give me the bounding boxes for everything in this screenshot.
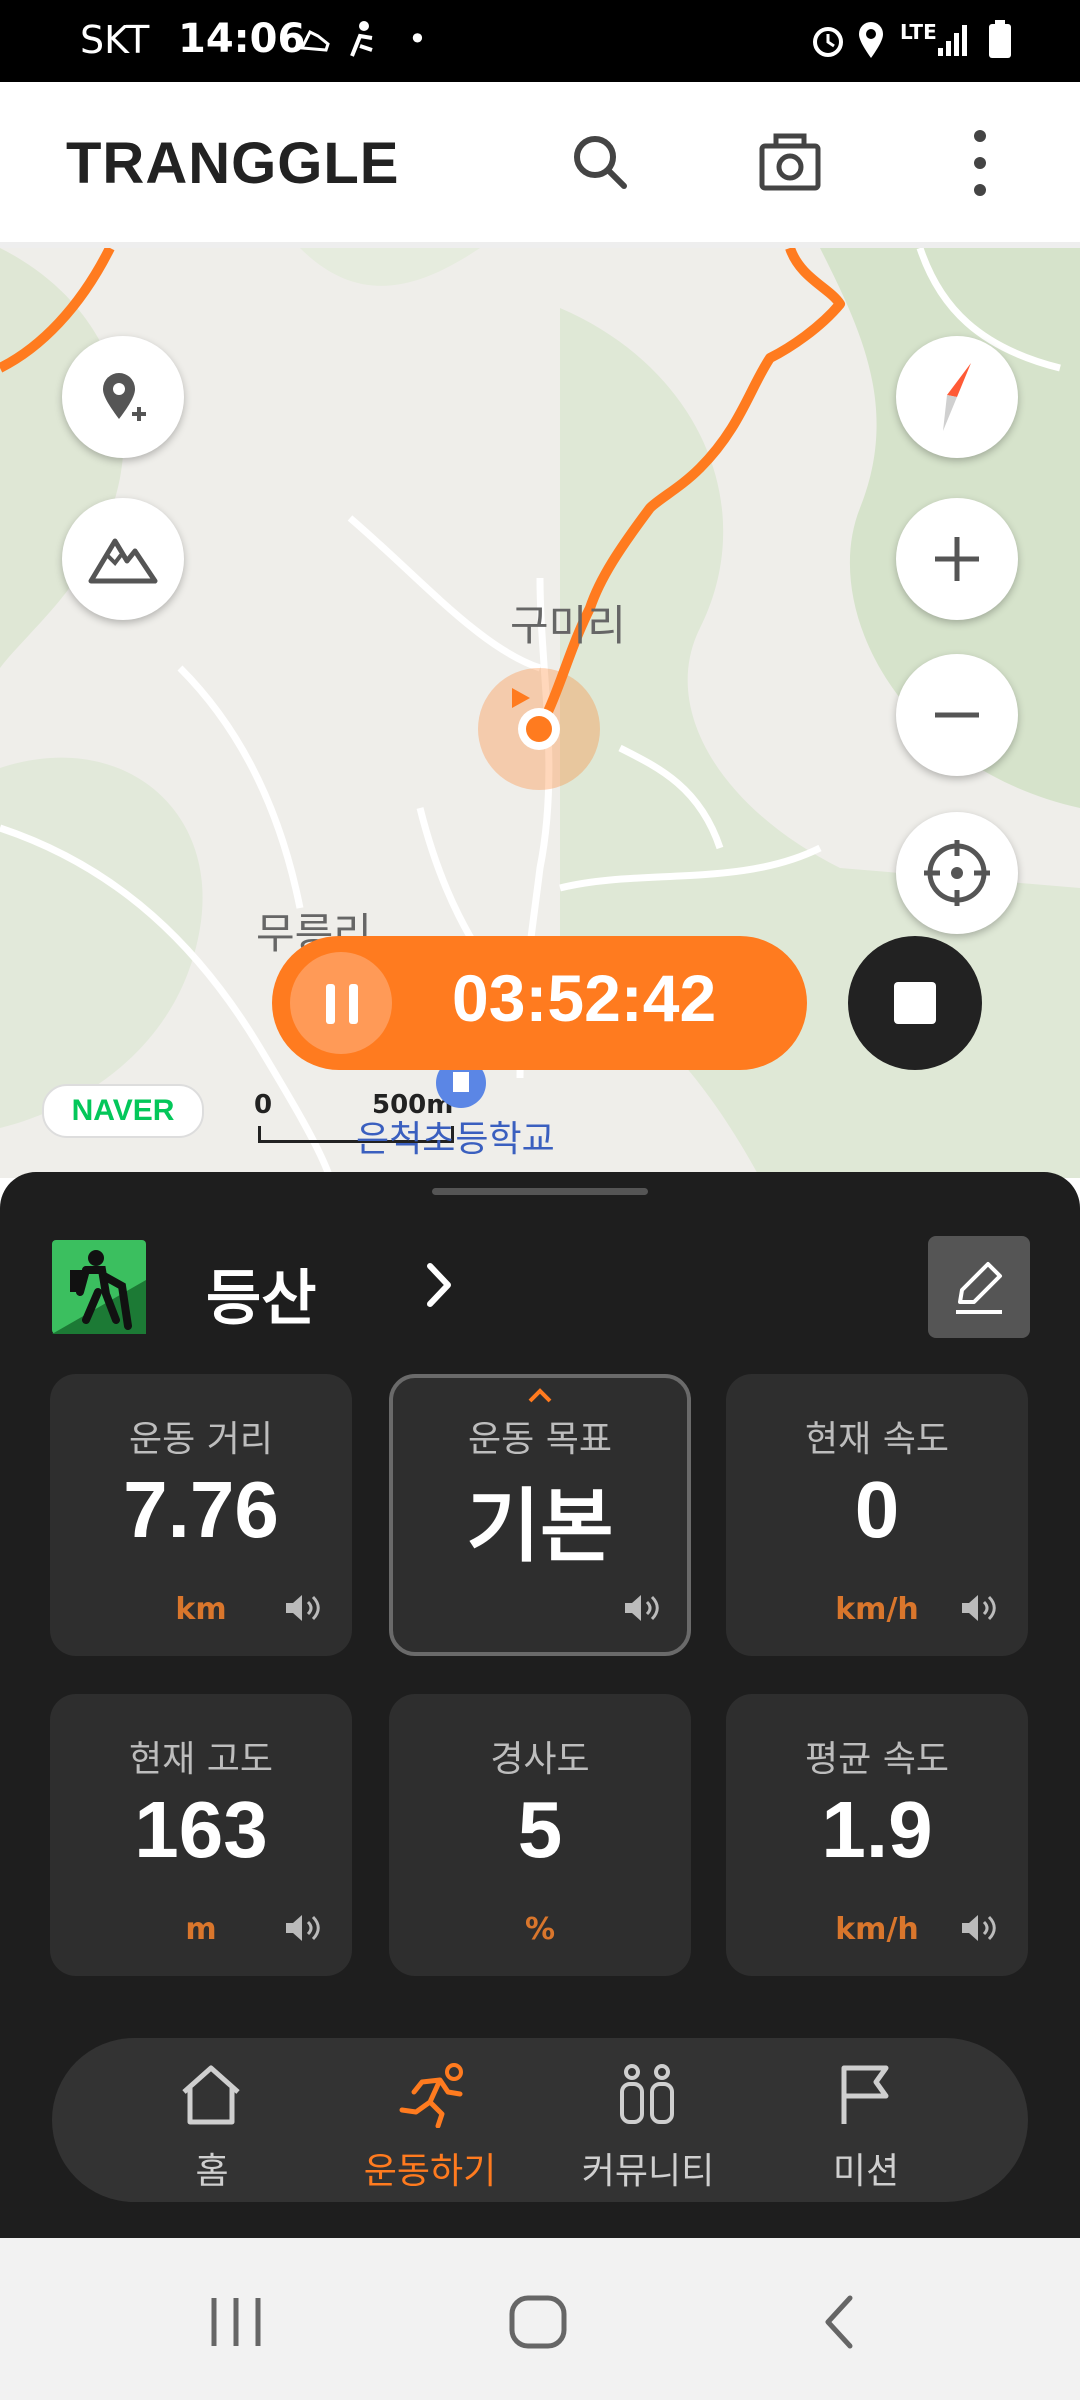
plus-icon — [935, 537, 979, 581]
stat-label: 현재 고도 — [129, 1739, 273, 1780]
notification-dot-icon: • — [408, 20, 427, 58]
minus-icon — [935, 712, 979, 718]
add-waypoint-button[interactable] — [62, 336, 184, 458]
alarm-icon — [810, 22, 846, 64]
speaker-icon[interactable] — [960, 1912, 998, 1948]
zoom-in-button[interactable] — [896, 498, 1018, 620]
battery-icon — [988, 20, 1012, 64]
stat-unit: % — [524, 1912, 556, 1947]
chevron-right-icon[interactable] — [424, 1260, 454, 1314]
community-icon — [620, 2064, 674, 2124]
stat-value: 기본 — [466, 1482, 614, 1571]
nav-item-workout[interactable]: 운동하기 — [320, 2038, 540, 2202]
search-icon[interactable] — [570, 132, 630, 196]
stat-value: 5 — [517, 1785, 563, 1874]
scale-start-label: 0 — [254, 1090, 273, 1120]
stat-label: 운동 거리 — [129, 1419, 273, 1460]
stat-label: 운동 목표 — [468, 1419, 612, 1460]
stat-value: 163 — [134, 1785, 268, 1874]
crosshair-icon — [924, 840, 990, 906]
map-place-label: 구미리 — [510, 601, 626, 650]
pencil-icon — [956, 1262, 1002, 1314]
carrier-label: SKT — [80, 18, 150, 62]
speaker-icon[interactable] — [623, 1592, 661, 1628]
stop-button[interactable] — [848, 936, 982, 1070]
signal-icon — [936, 22, 970, 62]
nav-item-mission[interactable]: 미션 — [756, 2038, 976, 2202]
pause-button[interactable] — [290, 952, 392, 1054]
stat-label: 현재 속도 — [805, 1419, 949, 1460]
stat-value: 7.76 — [123, 1465, 279, 1554]
compass-icon — [943, 363, 971, 431]
speaker-icon[interactable] — [284, 1912, 322, 1948]
current-location-marker — [478, 668, 600, 790]
compass-button[interactable] — [896, 336, 1018, 458]
stat-card-average-speed[interactable]: 평균 속도 1.9 km/h — [726, 1694, 1028, 1976]
status-bar: SKT 14:06 • LTE — [0, 0, 1080, 82]
naver-badge: NAVER — [42, 1084, 204, 1138]
more-options-icon[interactable] — [966, 128, 994, 202]
stat-value: 1.9 — [821, 1785, 933, 1874]
nav-label: 운동하기 — [363, 2151, 497, 2192]
elapsed-time: 03:52:42 — [452, 961, 717, 1035]
speaker-icon[interactable] — [960, 1592, 998, 1628]
camera-icon[interactable] — [758, 132, 822, 196]
direction-arrow-icon — [512, 688, 530, 708]
system-navigation-bar — [0, 2238, 1080, 2400]
edit-button[interactable] — [928, 1236, 1030, 1338]
recent-apps-icon[interactable] — [208, 2296, 264, 2348]
nav-label: 미션 — [832, 2151, 900, 2192]
location-icon — [856, 20, 886, 64]
nav-label: 홈 — [195, 2151, 229, 2192]
stat-card-current-speed[interactable]: 현재 속도 0 km/h — [726, 1374, 1028, 1656]
running-icon — [399, 2063, 463, 2128]
network-type-label: LTE — [900, 20, 937, 44]
workout-timer: 03:52:42 — [272, 936, 807, 1070]
chevron-up-icon[interactable] — [526, 1386, 554, 1404]
my-location-button[interactable] — [896, 812, 1018, 934]
nav-item-home[interactable]: 홈 — [102, 2038, 322, 2202]
zoom-out-button[interactable] — [896, 654, 1018, 776]
accessibility-icon — [346, 20, 380, 64]
back-icon[interactable] — [820, 2294, 860, 2350]
flag-icon — [841, 2065, 889, 2124]
app-logo: TRANGGLE — [66, 131, 400, 196]
nav-item-community[interactable]: 커뮤니티 — [538, 2038, 758, 2202]
pause-icon — [326, 984, 358, 1024]
terrain-toggle-button[interactable] — [62, 498, 184, 620]
nav-label: 커뮤니티 — [581, 2151, 715, 2192]
bottom-nav: 홈 운동하기 커뮤니티 미션 — [52, 2038, 1028, 2202]
naver-logo-text: NAVER — [71, 1094, 175, 1127]
clock: 14:06 — [178, 16, 306, 62]
stat-label: 평균 속도 — [805, 1739, 949, 1780]
stat-card-goal[interactable]: 운동 목표 기본 — [389, 1374, 691, 1656]
hiking-activity-icon — [52, 1240, 146, 1334]
activity-name[interactable]: 등산 — [206, 1250, 316, 1337]
sheet-drag-handle[interactable] — [432, 1188, 648, 1195]
stop-icon — [894, 982, 936, 1024]
home-button-icon[interactable] — [508, 2294, 568, 2350]
stat-label: 경사도 — [490, 1739, 590, 1780]
stat-card-slope[interactable]: 경사도 5 % — [389, 1694, 691, 1976]
stat-value: 0 — [854, 1465, 900, 1554]
stat-card-distance[interactable]: 운동 거리 7.76 km — [50, 1374, 352, 1656]
mountain-icon — [88, 538, 158, 584]
speaker-icon[interactable] — [284, 1592, 322, 1628]
school-label: 은척초등학교 — [356, 1119, 555, 1160]
add-pin-icon — [103, 373, 146, 421]
home-icon — [182, 2065, 240, 2125]
stat-card-altitude[interactable]: 현재 고도 163 m — [50, 1694, 352, 1976]
shoe-icon — [296, 22, 334, 64]
app-bar: TRANGGLE — [0, 82, 1080, 248]
